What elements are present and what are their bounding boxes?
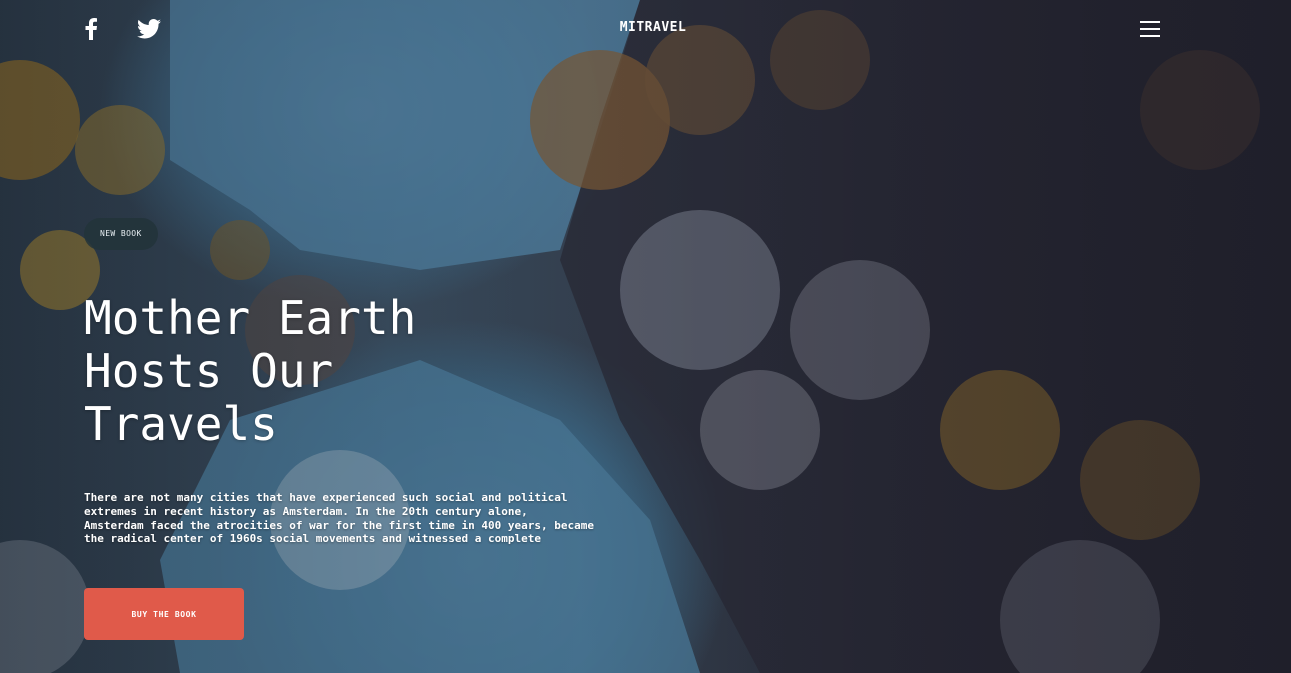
new-book-badge: NEW BOOK — [84, 218, 158, 250]
description-line: There are not many cities that have expe… — [84, 491, 568, 504]
facebook-icon[interactable] — [84, 18, 98, 40]
twitter-glyph — [137, 19, 161, 39]
menu-bar-top — [1140, 21, 1160, 23]
hamburger-menu-icon[interactable] — [1140, 20, 1160, 38]
site-header: MITRAVEL — [0, 0, 1291, 60]
hero-title-line: Hosts Our — [84, 344, 334, 398]
menu-bar-bottom — [1140, 35, 1160, 37]
hero-title-line: Mother Earth — [84, 291, 417, 345]
buy-the-book-button[interactable]: BUY THE BOOK — [84, 588, 244, 640]
description-line: the radical center of 1960s social movem… — [84, 532, 541, 546]
site-logo[interactable]: MITRAVEL — [600, 20, 706, 35]
hero-description: There are not many cities that have expe… — [84, 491, 644, 546]
hero-title: Mother Earth Hosts Our Travels — [84, 292, 504, 451]
description-line: Amsterdam faced the atrocities of war fo… — [84, 518, 594, 532]
twitter-icon[interactable] — [137, 19, 161, 39]
hero-title-line: Travels — [84, 397, 278, 451]
description-line: extremes in recent history as Amsterdam.… — [84, 504, 528, 518]
menu-bar-middle — [1140, 28, 1160, 30]
facebook-glyph — [85, 18, 97, 40]
